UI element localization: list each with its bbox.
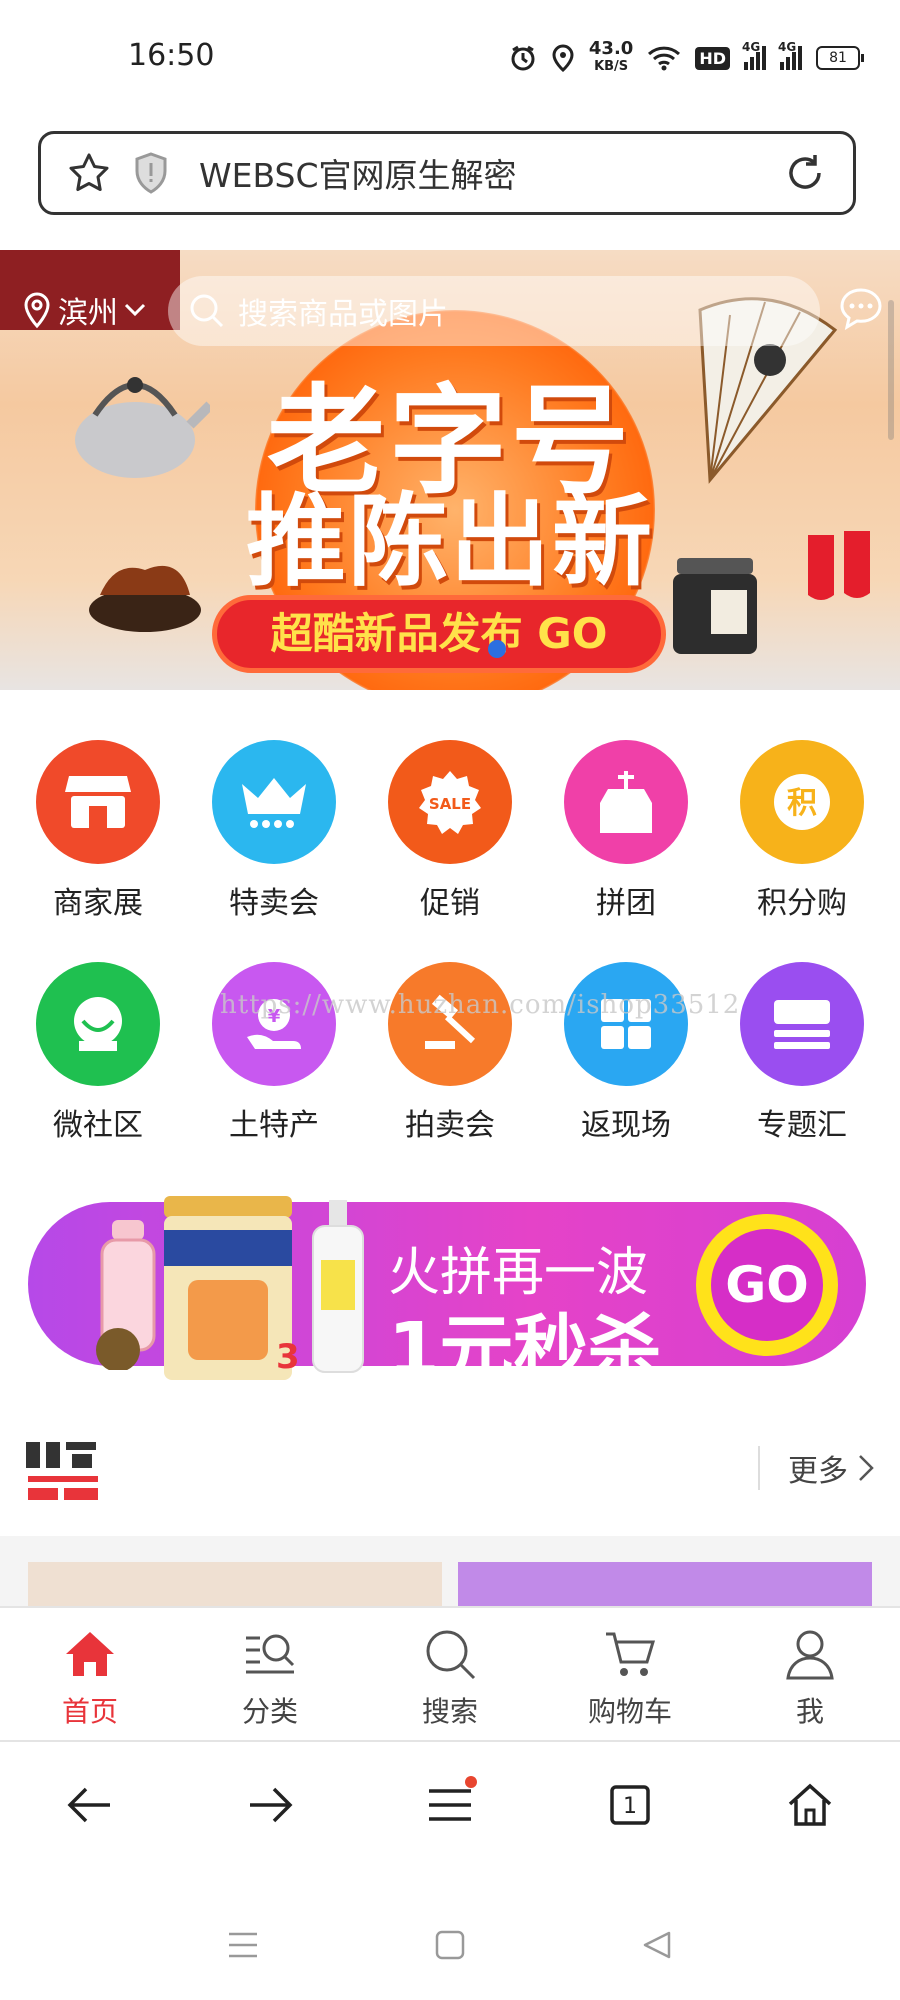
- svg-text:积: 积: [787, 786, 817, 821]
- category-community[interactable]: 微社区: [23, 962, 173, 1184]
- category-merchant[interactable]: 商家展: [23, 740, 173, 962]
- scrollbar[interactable]: [888, 300, 894, 440]
- status-icons: 43.0 KB/S HD 4G 4G 81: [509, 38, 864, 76]
- category-grid: 商家展 特卖会 SALE 促销 拼团 积 积分购 微社区 ¥ 土特产 拍卖会 返…: [0, 740, 900, 1184]
- back-triangle-icon[interactable]: [641, 1929, 673, 1961]
- signal-icon: 4G: [778, 40, 802, 70]
- cart-icon: [606, 1632, 656, 1676]
- tab-cart[interactable]: 购物车: [540, 1608, 720, 1740]
- home-icon: [66, 1632, 114, 1676]
- net-speed: 43.0 KB/S: [588, 38, 634, 75]
- hot-card[interactable]: [458, 1562, 872, 1606]
- message-icon[interactable]: [838, 286, 884, 332]
- tag-icon: [564, 740, 688, 864]
- location-icon: [552, 44, 574, 72]
- star-icon[interactable]: [67, 151, 111, 195]
- status-bar: 16:50 43.0 KB/S HD 4G 4G 81: [0, 0, 900, 120]
- baby-bottle-image: [96, 1220, 156, 1370]
- tabs-button[interactable]: 1: [585, 1760, 675, 1850]
- topic-icon: [740, 962, 864, 1086]
- category-topics[interactable]: 专题汇: [727, 962, 877, 1184]
- banner-subheadline: 推陈出新: [246, 483, 654, 600]
- hand-coin-icon: ¥: [212, 962, 336, 1086]
- menu-icon: [429, 1789, 471, 1821]
- tab-category[interactable]: 分类: [180, 1608, 360, 1740]
- reload-icon[interactable]: [783, 151, 827, 195]
- hd-badge: HD: [695, 46, 730, 70]
- arrow-right-icon: [250, 1787, 293, 1823]
- home-outline-icon: [788, 1783, 832, 1826]
- search-placeholder: 搜索商品或图片: [238, 297, 448, 332]
- category-icon: [246, 1634, 295, 1674]
- hot-card[interactable]: [28, 1562, 442, 1606]
- category-points-mall[interactable]: 积 积分购: [727, 740, 877, 962]
- search-input[interactable]: 搜索商品或图片: [168, 276, 820, 346]
- search-icon: [426, 1630, 476, 1680]
- tab-search[interactable]: 搜索: [360, 1608, 540, 1740]
- tab-count-icon: 1: [610, 1785, 650, 1825]
- divider: [758, 1446, 760, 1490]
- forward-button[interactable]: [225, 1760, 315, 1850]
- location-selector[interactable]: 滨州: [22, 288, 146, 332]
- hero-banner[interactable]: 滨州 搜索商品或图片 老字号 推陈出新 超酷新品发布 GO: [0, 250, 900, 690]
- points-icon: 积: [740, 740, 864, 864]
- category-group-buy[interactable]: 拼团: [551, 740, 701, 962]
- status-time: 16:50: [128, 38, 215, 73]
- url-text[interactable]: WEBSC官网原生解密: [199, 149, 783, 197]
- home-square-icon[interactable]: [434, 1929, 466, 1961]
- promo-banner[interactable]: 3 火拼再一波 1元秒杀 GO: [28, 1190, 866, 1393]
- more-link[interactable]: 更多: [758, 1446, 874, 1490]
- alarm-icon: [511, 45, 535, 71]
- notification-dot: [465, 1776, 477, 1788]
- svg-text:3: 3: [276, 1337, 298, 1377]
- shop-icon: [36, 740, 160, 864]
- mall-hot-logo: [22, 1436, 102, 1500]
- back-button[interactable]: [45, 1760, 135, 1850]
- battery-icon: 81: [816, 46, 864, 70]
- browser-toolbar: 1: [0, 1740, 900, 1870]
- svg-text:SALE: SALE: [429, 795, 471, 813]
- more-label: 更多: [788, 1454, 848, 1489]
- promo-go-button[interactable]: GO: [696, 1214, 838, 1356]
- svg-text:1: 1: [623, 1794, 637, 1819]
- signal-icon: 4G: [742, 40, 766, 70]
- tab-me[interactable]: 我: [720, 1608, 900, 1740]
- carousel-indicator: [488, 640, 506, 658]
- community-icon: [36, 962, 160, 1086]
- gavel-icon: [388, 962, 512, 1086]
- menu-button[interactable]: [405, 1760, 495, 1850]
- banner-cta-button[interactable]: 超酷新品发布 GO: [212, 595, 666, 673]
- location-label: 滨州: [58, 296, 118, 331]
- tab-home[interactable]: 首页: [0, 1608, 180, 1740]
- system-navigation: [0, 1900, 900, 1990]
- category-promotion[interactable]: SALE 促销: [375, 740, 525, 962]
- milk-powder-can-image: 3: [164, 1196, 298, 1380]
- chevron-down-icon: [124, 303, 146, 317]
- arrow-left-icon: [67, 1787, 110, 1823]
- promo-subtitle: 1元秒杀: [388, 1307, 662, 1393]
- address-bar[interactable]: WEBSC官网原生解密: [38, 131, 856, 215]
- chevron-right-icon: [859, 1455, 874, 1481]
- crown-icon: [212, 740, 336, 864]
- sale-icon: SALE: [388, 740, 512, 864]
- lotion-bottle-image: [312, 1200, 364, 1373]
- watermark: https://www.huzhan.com/ishop33512: [220, 990, 741, 1020]
- wifi-icon: [648, 46, 681, 71]
- search-icon: [190, 294, 224, 328]
- bottom-tab-bar: 首页 分类 搜索 购物车 我: [0, 1606, 900, 1742]
- user-icon: [786, 1630, 834, 1680]
- gift-icon: [564, 962, 688, 1086]
- location-pin-icon: [24, 292, 50, 329]
- home-button[interactable]: [765, 1760, 855, 1850]
- category-special-sale[interactable]: 特卖会: [199, 740, 349, 962]
- shield-icon[interactable]: [133, 151, 169, 195]
- recents-icon[interactable]: [227, 1930, 259, 1960]
